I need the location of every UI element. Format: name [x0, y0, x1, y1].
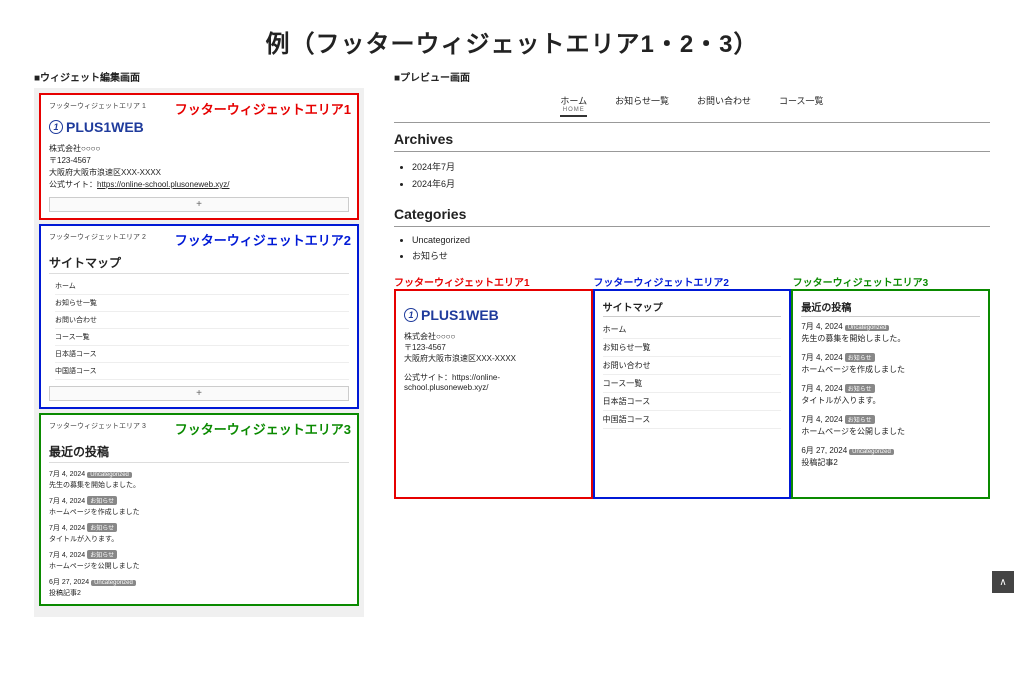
logo-icon: 1	[49, 120, 63, 134]
list-item[interactable]: 7月 4, 2024Uncategorized先生の募集を開始しました。	[801, 321, 980, 344]
list-item[interactable]: 日本語コース	[603, 393, 782, 411]
nav: ホームHOME お知らせ一覧 お問い合わせ コース一覧	[394, 88, 990, 120]
list-item[interactable]: お問い合わせ	[55, 312, 349, 329]
sitemap-list: ホーム お知らせ一覧 お問い合わせ コース一覧 日本語コース 中国語コース	[49, 274, 349, 380]
list-item[interactable]: お知らせ	[412, 249, 990, 262]
nav-news[interactable]: お知らせ一覧	[615, 94, 669, 117]
list-item[interactable]: お問い合わせ	[603, 357, 782, 375]
footer-area-1: 1PLUS1WEB 株式会社○○○○ 〒123-4567 大阪府大阪市浪速区XX…	[394, 289, 593, 499]
nav-contact[interactable]: お問い合わせ	[697, 94, 751, 117]
area2-label: フッターウィジェットエリア2	[175, 230, 351, 249]
list-item[interactable]: 中国語コース	[603, 411, 782, 429]
list-item[interactable]: 7月 4, 2024お知らせホームページを公開しました	[801, 414, 980, 437]
plus1web-logo: 1PLUS1WEB	[404, 307, 583, 323]
site-link[interactable]: https://online-school.plusoneweb.xyz/	[97, 180, 230, 189]
list-item[interactable]: 7月 4, 2024お知らせホームページを公開しました	[49, 550, 349, 571]
logo-icon: 1	[404, 308, 418, 322]
widget-area-3: フッターウィジェットエリア 3 フッターウィジェットエリア3 最近の投稿 7月 …	[40, 414, 358, 605]
list-item[interactable]: 7月 4, 2024Uncategorized先生の募集を開始しました。	[49, 469, 349, 490]
list-item[interactable]: お知らせ一覧	[55, 295, 349, 312]
list-item[interactable]: 7月 4, 2024お知らせホームページを作成しました	[49, 496, 349, 517]
list-item[interactable]: 7月 4, 2024お知らせホームページを作成しました	[801, 352, 980, 375]
archives-list: 2024年7月 2024年6月	[394, 152, 990, 202]
list-item[interactable]: コース一覧	[603, 375, 782, 393]
list-item[interactable]: 日本語コース	[55, 346, 349, 363]
footer-labels: フッターウィジェットエリア1 フッターウィジェットエリア2 フッターウィジェット…	[394, 274, 990, 289]
list-item[interactable]: 6月 27, 2024Uncategorized投稿記事2	[801, 445, 980, 468]
widget-area-2: フッターウィジェットエリア 2 フッターウィジェットエリア2 サイトマップ ホー…	[40, 225, 358, 408]
sitemap-title: サイトマップ	[49, 252, 349, 274]
list-item[interactable]: コース一覧	[55, 329, 349, 346]
list-item[interactable]: 2024年6月	[412, 177, 990, 190]
right-section-label: ■プレビュー画面	[394, 69, 990, 84]
area3-label: フッターウィジェットエリア3	[175, 419, 351, 438]
footer-area-2: サイトマップ ホーム お知らせ一覧 お問い合わせ コース一覧 日本語コース 中国…	[593, 289, 792, 499]
list-item[interactable]: 2024年7月	[412, 160, 990, 173]
list-item[interactable]: 6月 27, 2024Uncategorized投稿記事2	[49, 577, 349, 598]
add-block-button[interactable]: +	[49, 386, 349, 401]
page-title: 例（フッターウィジェットエリア1・2・3）	[0, 0, 1024, 69]
footer-area-3: 最近の投稿 7月 4, 2024Uncategorized先生の募集を開始しまし…	[791, 289, 990, 499]
list-item[interactable]: ホーム	[603, 321, 782, 339]
recent-posts: 7月 4, 2024Uncategorized先生の募集を開始しました。 7月 …	[49, 469, 349, 598]
footer-row: 1PLUS1WEB 株式会社○○○○ 〒123-4567 大阪府大阪市浪速区XX…	[394, 289, 990, 499]
categories-list: Uncategorized お知らせ	[394, 227, 990, 274]
widget-area-1: フッターウィジェットエリア 1 フッターウィジェットエリア1 1PLUS1WEB…	[40, 94, 358, 219]
list-item[interactable]: お知らせ一覧	[603, 339, 782, 357]
list-item[interactable]: ホーム	[55, 278, 349, 295]
area1-label: フッターウィジェットエリア1	[175, 99, 351, 118]
list-item[interactable]: 7月 4, 2024お知らせタイトルが入ります。	[801, 383, 980, 406]
left-section-label: ■ウィジェット編集画面	[34, 69, 364, 84]
list-item[interactable]: 中国語コース	[55, 363, 349, 380]
add-block-button[interactable]: +	[49, 197, 349, 212]
editor-panel: フッターウィジェットエリア 1 フッターウィジェットエリア1 1PLUS1WEB…	[34, 88, 364, 617]
list-item[interactable]: Uncategorized	[412, 235, 990, 245]
plus1web-logo: 1PLUS1WEB	[49, 119, 349, 135]
preview-panel: ホームHOME お知らせ一覧 お問い合わせ コース一覧 Archives 202…	[394, 88, 990, 499]
recent-posts-title: 最近の投稿	[49, 441, 349, 463]
nav-courses[interactable]: コース一覧	[779, 94, 824, 117]
scroll-top-button[interactable]: ∧	[992, 571, 1014, 593]
categories-heading: Categories	[394, 206, 990, 227]
company-info: 株式会社○○○○ 〒123-4567 大阪府大阪市浪速区XXX-XXXX 公式サ…	[49, 143, 349, 191]
list-item[interactable]: 7月 4, 2024お知らせタイトルが入ります。	[49, 523, 349, 544]
nav-home[interactable]: ホームHOME	[560, 94, 587, 117]
archives-heading: Archives	[394, 131, 990, 152]
